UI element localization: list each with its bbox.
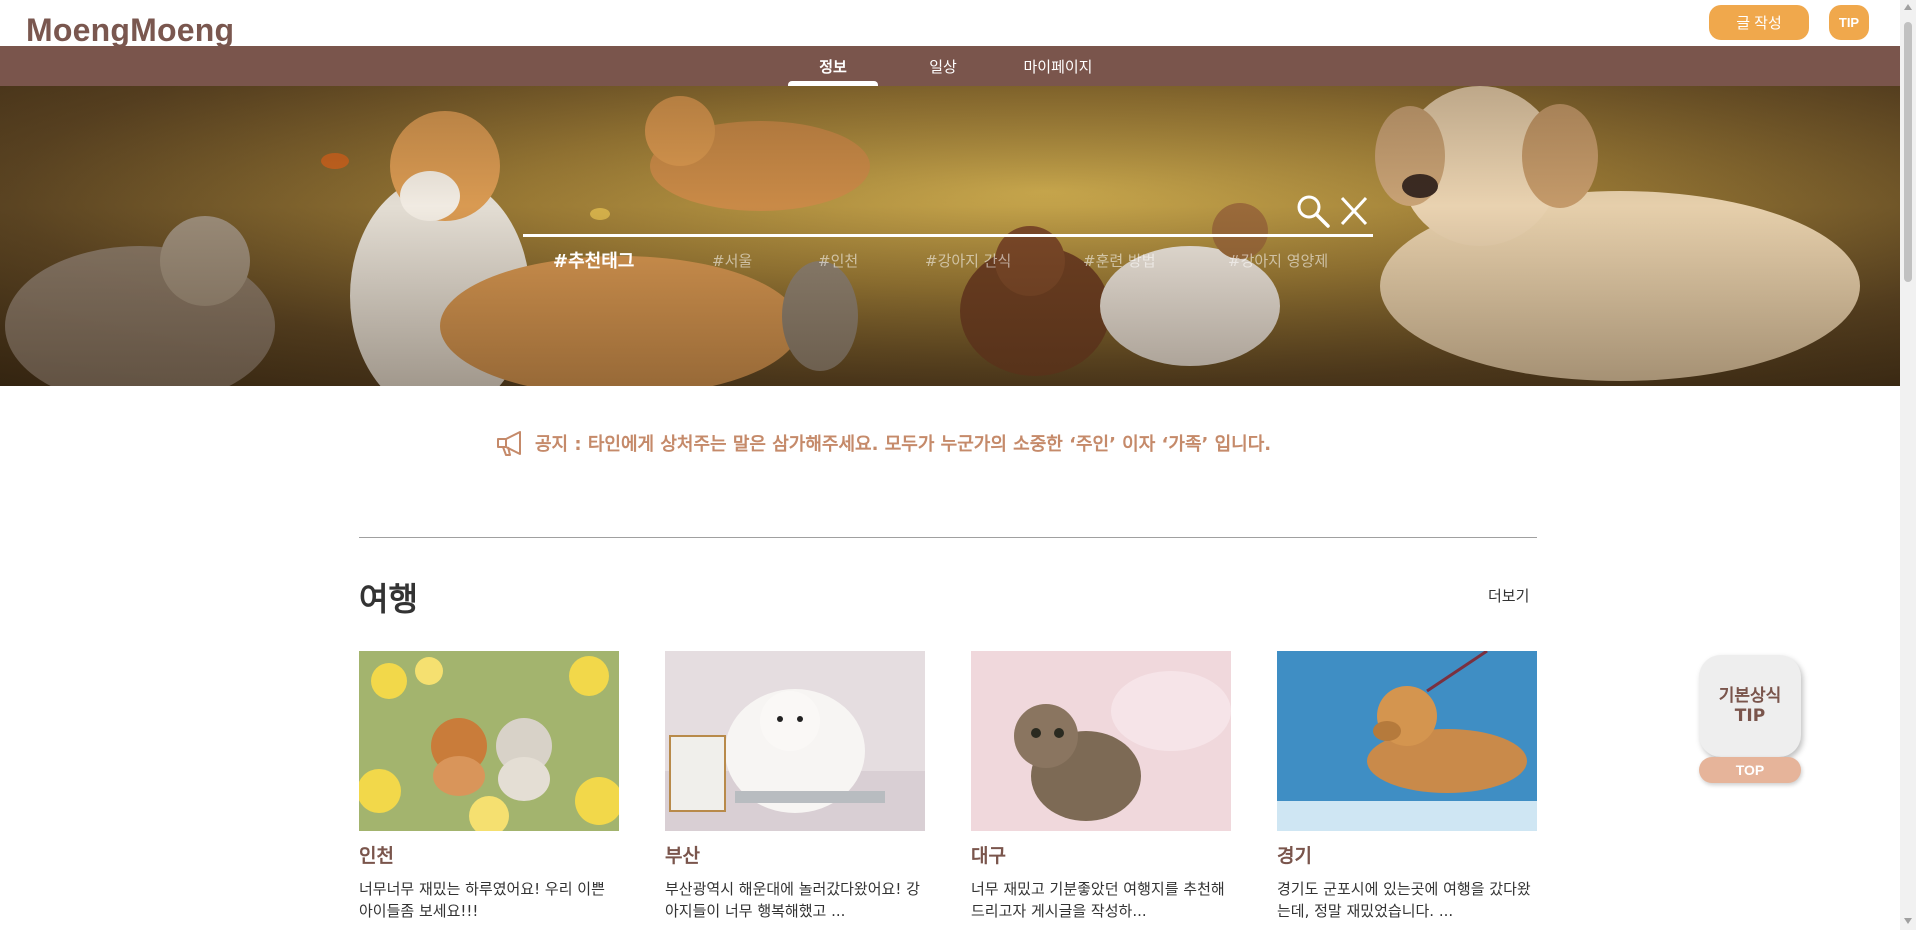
nav-tab-label: 일상	[929, 57, 957, 76]
tip-button[interactable]: TIP	[1829, 5, 1869, 40]
post-description: 너무너무 재밌는 하루였어요! 우리 이쁜 아이들좀 보세요!!!	[359, 880, 605, 920]
search-input[interactable]	[523, 234, 1373, 237]
scroll-thumb[interactable]	[1904, 22, 1912, 282]
post-thumbnail[interactable]	[359, 651, 619, 831]
post-title[interactable]: 대구	[971, 841, 1231, 868]
notice-text: 공지 : 타인에게 상처주는 말은 삼가해주세요. 모두가 누군가의 소중한 ‘…	[535, 434, 1272, 455]
more-link[interactable]: 더보기	[1488, 585, 1529, 606]
section-title: 여행	[359, 580, 418, 618]
post-description: 경기도 군포시에 있는곳에 여행을 갔다왔는데, 정말 재밌었습니다. ...	[1277, 880, 1531, 920]
basic-tip-line1: 기본상식	[1718, 686, 1782, 706]
tag-incheon[interactable]: #인천	[818, 250, 858, 271]
post-thumbnail[interactable]	[665, 651, 925, 831]
main-nav: 정보 일상 마이페이지	[0, 46, 1900, 86]
tag-supplements[interactable]: #강아지 영양제	[1228, 250, 1328, 271]
post-title[interactable]: 부산	[665, 841, 925, 868]
nav-tab-label: 정보	[819, 57, 847, 76]
post-title[interactable]: 인천	[359, 841, 619, 868]
hero-banner: #추천태그 #서울 #인천 #강아지 간식 #훈련 방법 #강아지 영양제	[0, 86, 1900, 386]
page: MoengMoeng 글 작성 TIP 정보 일상 마이페이지 #추천태그 #서…	[0, 0, 1916, 930]
nav-tab-mypage[interactable]: 마이페이지	[1008, 46, 1108, 86]
post-card[interactable]: 경기 경기도 군포시에 있는곳에 여행을 갔다왔는데, 정말 재밌었습니다. .…	[1277, 651, 1537, 922]
post-image	[359, 651, 619, 831]
scroll-up-arrow-icon[interactable]	[1904, 4, 1912, 10]
tags-title: #추천태그	[553, 251, 635, 272]
scroll-top-button[interactable]: TOP	[1699, 757, 1801, 783]
post-image	[971, 651, 1231, 831]
logo[interactable]: MoengMoeng	[26, 12, 234, 49]
post-thumbnail[interactable]	[971, 651, 1231, 831]
search-icon[interactable]	[1296, 194, 1330, 228]
post-image	[665, 651, 925, 831]
post-card[interactable]: 인천 너무너무 재밌는 하루였어요! 우리 이쁜 아이들좀 보세요!!!	[359, 651, 619, 922]
post-thumbnail[interactable]	[1277, 651, 1537, 831]
top-bar: MoengMoeng 글 작성 TIP	[0, 0, 1900, 49]
scroll-down-arrow-icon[interactable]	[1904, 918, 1912, 924]
tag-dog-snack[interactable]: #강아지 간식	[925, 250, 1011, 271]
post-card[interactable]: 대구 너무 재밌고 기분좋았던 여행지를 추천해드리고자 게시글을 작성하...	[971, 651, 1231, 922]
scrollbar[interactable]	[1900, 0, 1916, 930]
nav-tab-label: 마이페이지	[1023, 57, 1093, 76]
section-divider	[359, 537, 1537, 538]
tag-training[interactable]: #훈련 방법	[1083, 250, 1156, 271]
post-card[interactable]: 부산 부산광역시 해운대에 놀러갔다왔어요! 강아지들이 너무 행복해했고 ..…	[665, 651, 925, 922]
nav-tab-info[interactable]: 정보	[788, 46, 878, 86]
post-description: 부산광역시 해운대에 놀러갔다왔어요! 강아지들이 너무 행복해했고 ...	[665, 880, 920, 920]
close-icon[interactable]	[1338, 194, 1370, 228]
tag-seoul[interactable]: #서울	[712, 250, 752, 271]
megaphone-icon	[497, 431, 521, 456]
write-post-button[interactable]: 글 작성	[1709, 5, 1809, 40]
nav-tab-daily[interactable]: 일상	[898, 46, 988, 86]
basic-tip-line2: TIP	[1734, 706, 1766, 726]
post-image	[1277, 651, 1537, 831]
notice-bar: 공지 : 타인에게 상처주는 말은 삼가해주세요. 모두가 누군가의 소중한 ‘…	[495, 428, 1271, 458]
post-description: 너무 재밌고 기분좋았던 여행지를 추천해드리고자 게시글을 작성하...	[971, 880, 1225, 920]
post-title[interactable]: 경기	[1277, 841, 1537, 868]
basic-tip-button[interactable]: 기본상식 TIP	[1699, 655, 1801, 757]
